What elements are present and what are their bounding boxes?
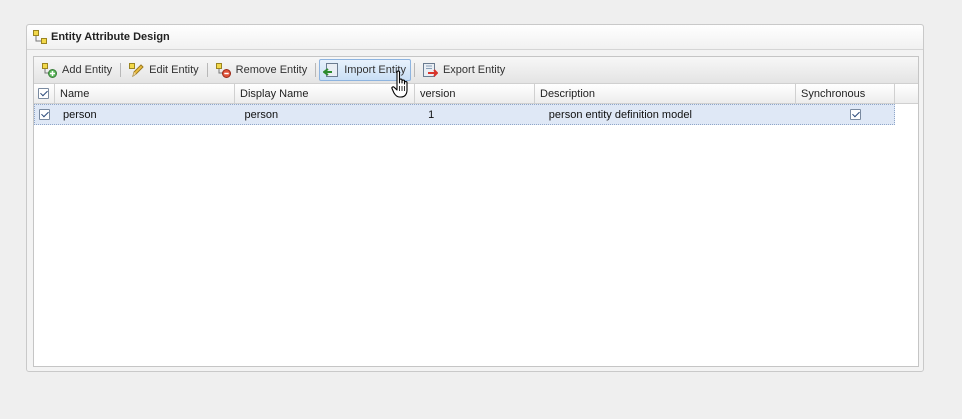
- panel-header: Entity Attribute Design: [27, 25, 923, 50]
- row-select-cell: [35, 105, 56, 124]
- column-header-synchronous[interactable]: Synchronous: [796, 84, 895, 103]
- row-select-checkbox[interactable]: [39, 109, 50, 120]
- toolbar-separator: [120, 63, 122, 77]
- column-header-description[interactable]: Description: [535, 84, 796, 103]
- toolbar-separator: [206, 63, 208, 77]
- grid-header: Name Display Name version Description Sy…: [34, 84, 918, 104]
- export-entity-label: Export Entity: [442, 64, 506, 76]
- import-icon: [323, 63, 339, 77]
- add-entity-icon: [42, 63, 57, 78]
- toolbar: Add Entity Edit Entity Remove Entity Imp…: [34, 57, 918, 84]
- add-entity-label: Add Entity: [62, 64, 113, 76]
- entity-grid-container: Add Entity Edit Entity Remove Entity Imp…: [33, 56, 919, 367]
- synchronous-checkbox[interactable]: [850, 109, 861, 120]
- export-entity-button[interactable]: Export Entity: [418, 59, 510, 81]
- column-header-display-name[interactable]: Display Name: [235, 84, 415, 103]
- cell-display-name: person: [244, 108, 279, 121]
- select-all-checkbox[interactable]: [38, 88, 49, 99]
- column-header-version[interactable]: version: [415, 84, 535, 103]
- edit-entity-button[interactable]: Edit Entity: [124, 59, 204, 81]
- edit-pencil-icon: [129, 63, 144, 78]
- entity-attribute-panel: Entity Attribute Design Add Entity Edit …: [26, 24, 924, 372]
- cell-version: 1: [428, 108, 435, 121]
- toolbar-separator: [413, 63, 415, 77]
- cell-description: person entity definition model: [548, 108, 692, 121]
- add-entity-button[interactable]: Add Entity: [37, 59, 117, 81]
- select-all-cell: [34, 84, 55, 103]
- remove-entity-button[interactable]: Remove Entity: [211, 59, 313, 81]
- export-icon: [422, 63, 438, 77]
- entity-nodes-icon: [33, 30, 47, 44]
- edit-entity-label: Edit Entity: [149, 64, 199, 76]
- table-row[interactable]: person person 1 person entity definition…: [34, 104, 895, 125]
- hand-cursor-icon: [391, 70, 408, 98]
- column-header-name[interactable]: Name: [55, 84, 235, 103]
- panel-title: Entity Attribute Design: [51, 31, 170, 43]
- cell-synchronous: [795, 105, 894, 124]
- toolbar-separator: [315, 63, 317, 77]
- remove-entity-label: Remove Entity: [235, 64, 308, 76]
- remove-entity-icon: [215, 63, 231, 78]
- cell-name: person: [62, 108, 97, 121]
